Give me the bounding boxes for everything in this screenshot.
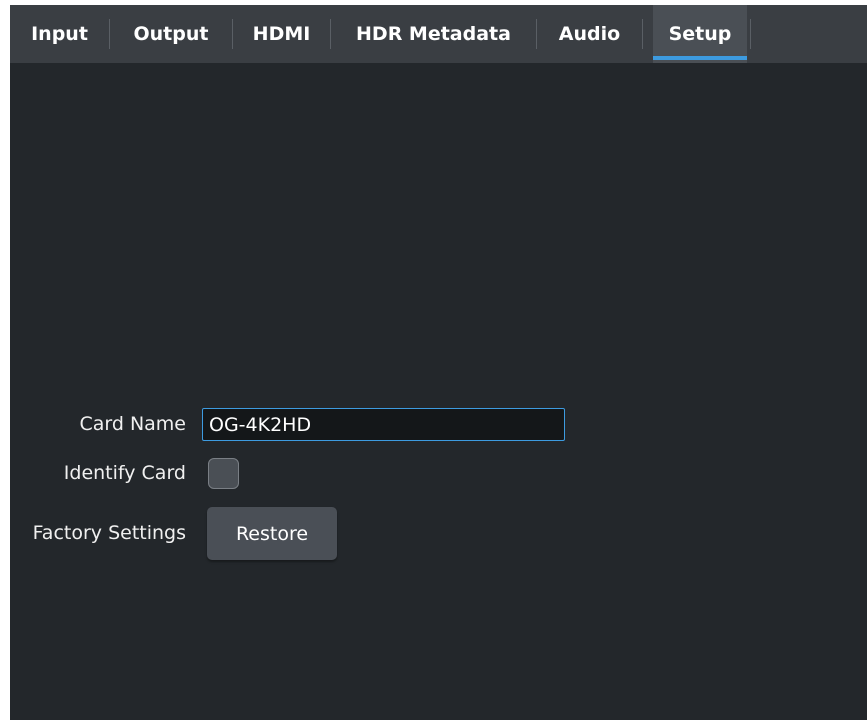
tab-output[interactable]: Output — [110, 5, 232, 63]
restore-button[interactable]: Restore — [207, 507, 337, 560]
tab-hdr-metadata-label: HDR Metadata — [356, 23, 511, 45]
tab-input-label: Input — [31, 23, 88, 45]
app-window: Input Output HDMI HDR Metadata Audio Set… — [10, 5, 867, 720]
tab-setup-label: Setup — [668, 23, 732, 45]
tab-separator — [642, 19, 643, 49]
setup-panel: Card Name Identify Card Factory Settings… — [10, 63, 867, 720]
tab-input[interactable]: Input — [10, 5, 109, 63]
active-tab-indicator — [653, 56, 747, 60]
factory-settings-label: Factory Settings — [32, 522, 186, 544]
tab-separator — [750, 19, 751, 49]
card-name-input[interactable] — [202, 408, 565, 441]
tab-setup[interactable]: Setup — [653, 5, 747, 63]
tab-output-label: Output — [133, 23, 209, 45]
tab-hdmi[interactable]: HDMI — [233, 5, 330, 63]
tab-audio-label: Audio — [558, 23, 621, 45]
tab-hdmi-label: HDMI — [252, 23, 311, 45]
tab-hdr-metadata[interactable]: HDR Metadata — [331, 5, 536, 63]
identify-card-label: Identify Card — [63, 462, 186, 484]
card-name-label: Card Name — [79, 413, 186, 435]
identify-card-checkbox[interactable] — [208, 458, 239, 489]
tab-audio[interactable]: Audio — [537, 5, 642, 63]
tab-bar: Input Output HDMI HDR Metadata Audio Set… — [10, 5, 867, 63]
